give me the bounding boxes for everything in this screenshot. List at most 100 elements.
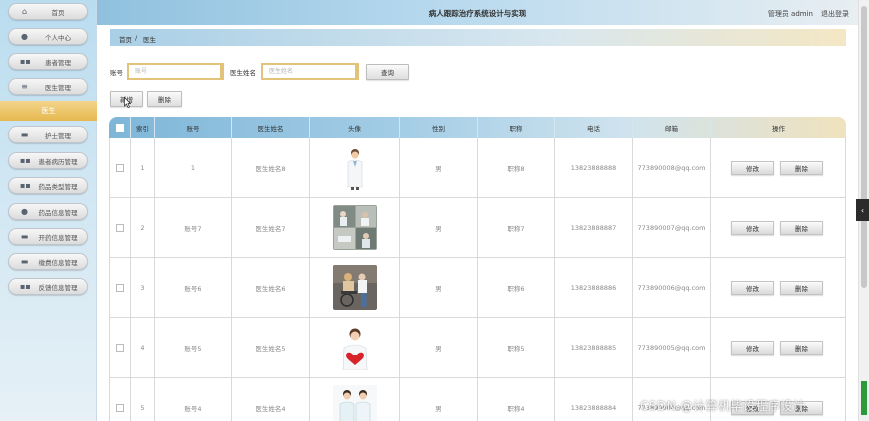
row-checkbox[interactable]: [116, 223, 124, 232]
column-header-avatar: 头像: [310, 117, 400, 138]
cell-phone: 13823888887: [555, 198, 633, 257]
edit-button[interactable]: 修改: [731, 341, 774, 355]
cell-doctor-name: 医生姓名6: [232, 258, 310, 317]
delete-button[interactable]: 删除: [780, 161, 823, 175]
edit-button[interactable]: 修改: [731, 221, 774, 235]
mouse-cursor-icon: [124, 97, 131, 108]
cell-account: 账号4: [155, 378, 232, 421]
watermark-text: CSDN @计算机毕设程序设计: [640, 399, 806, 413]
sidebar-item-nurses[interactable]: ▬ 护士管理: [8, 126, 88, 143]
column-header-index: 索引: [131, 117, 155, 138]
cell-title: 职称6: [478, 258, 555, 317]
sidebar-item-label: 患者病历管理: [38, 157, 78, 166]
cell-phone: 13823888884: [555, 378, 633, 421]
grid-icon: ▪▪: [20, 57, 31, 66]
grid-icon: ▪▪: [20, 156, 31, 165]
breadcrumb-separator: /: [135, 34, 138, 42]
current-user: 管理员 admin: [767, 10, 813, 18]
sidebar-item-records[interactable]: ▪▪ 患者病历管理: [8, 152, 88, 169]
sidebar-item-prescriptions[interactable]: ▬ 开药信息管理: [8, 228, 88, 245]
cell-title: 职称4: [478, 378, 555, 421]
sidebar-item-label: 药品信息管理: [38, 208, 78, 217]
collapse-panel-button[interactable]: ‹: [856, 199, 869, 221]
cell-doctor-name: 医生姓名4: [232, 378, 310, 421]
cell-gender: 男: [400, 318, 478, 377]
breadcrumb-home[interactable]: 首页: [119, 34, 132, 44]
sidebar-item-feedback[interactable]: ▪▪ 反馈信息管理: [8, 278, 88, 295]
sidebar-item-label: 首页: [51, 8, 65, 17]
cell-doctor-name: 医生姓名7: [232, 198, 310, 257]
sidebar-item-label: 开药信息管理: [38, 233, 78, 242]
column-header-doctor-name: 医生姓名: [232, 117, 310, 138]
grid-icon: ▪▪: [20, 181, 31, 190]
cell-title: 职称8: [478, 138, 555, 197]
sidebar-item-label: 患者管理: [45, 58, 71, 67]
cell-doctor-name: 医生姓名8: [232, 138, 310, 197]
app-title: 病人跟踪治疗系统设计与实现: [428, 9, 527, 18]
cell-email: 773890008@qq.com: [633, 138, 711, 197]
row-checkbox[interactable]: [116, 343, 124, 352]
cell-account: 1: [155, 138, 232, 197]
sidebar-item-payments[interactable]: ▬ 缴费信息管理: [8, 253, 88, 270]
sidebar-item-drugs[interactable]: ● 药品信息管理: [8, 203, 88, 220]
edit-button[interactable]: 修改: [731, 161, 774, 175]
row-checkbox[interactable]: [116, 283, 124, 292]
sidebar-item-profile[interactable]: ● 个人中心: [8, 28, 88, 45]
account-input[interactable]: 账号: [127, 63, 224, 80]
row-checkbox[interactable]: [116, 403, 124, 412]
table-row: 2 账号7 医生姓名7 男 职称7 13823888887 773890007@…: [110, 198, 845, 258]
ward-collage-image[interactable]: [332, 205, 377, 250]
edit-button[interactable]: 修改: [731, 281, 774, 295]
cell-title: 职称7: [478, 198, 555, 257]
nurses-pair-image[interactable]: [332, 385, 377, 421]
sidebar-item-home[interactable]: ⌂ 首页: [8, 3, 88, 20]
sidebar-subitem-doctor-active[interactable]: 医生: [0, 101, 97, 121]
doctor-name-input[interactable]: 医生姓名: [261, 63, 359, 80]
cell-account: 账号5: [155, 318, 232, 377]
delete-button[interactable]: 删除: [780, 221, 823, 235]
sidebar-item-label: 反馈信息管理: [38, 283, 78, 292]
cell-index: 5: [131, 378, 155, 421]
query-button[interactable]: 查询: [366, 64, 409, 80]
cell-avatar: [310, 318, 400, 377]
grid-icon: ▪▪: [20, 282, 31, 291]
logout-link[interactable]: 退出登录: [821, 9, 849, 19]
select-all-header[interactable]: [109, 117, 131, 138]
column-header-account: 账号: [155, 117, 232, 138]
cell-actions: 修改 删除: [711, 198, 845, 257]
cell-phone: 13823888888: [555, 138, 633, 197]
sidebar-item-label: 个人中心: [45, 33, 71, 42]
cell-avatar: [310, 258, 400, 317]
table-row: 3 账号6 医生姓名6 男 职称6 13823888886 773890006@…: [110, 258, 845, 318]
select-all-checkbox[interactable]: [115, 123, 124, 132]
delete-button[interactable]: 删除: [780, 281, 823, 295]
doctor-avatar-image[interactable]: [332, 145, 377, 190]
batch-delete-button[interactable]: 删除: [147, 91, 182, 107]
user-icon: ●: [21, 207, 28, 216]
cell-gender: 男: [400, 138, 478, 197]
sidebar-item-label: 医生管理: [45, 83, 71, 92]
doctor-heart-image[interactable]: [332, 325, 377, 370]
chevron-left-icon: ‹: [860, 205, 865, 215]
sidebar-item-drug-types[interactable]: ▪▪ 药品类型管理: [8, 177, 88, 194]
cell-doctor-name: 医生姓名5: [232, 318, 310, 377]
cell-phone: 13823888886: [555, 258, 633, 317]
patient-wheelchair-image[interactable]: [332, 265, 377, 310]
card-icon: ▬: [20, 130, 29, 139]
sidebar-item-doctors[interactable]: ≡ 医生管理: [8, 78, 88, 95]
cell-index: 4: [131, 318, 155, 377]
scrollbar-thumb[interactable]: [861, 6, 867, 288]
cell-gender: 男: [400, 378, 478, 421]
cell-gender: 男: [400, 198, 478, 257]
delete-button[interactable]: 删除: [780, 341, 823, 355]
cell-avatar: [310, 378, 400, 421]
column-header-title: 职称: [478, 117, 555, 138]
cell-avatar: [310, 198, 400, 257]
cell-email: 773890007@qq.com: [633, 198, 711, 257]
row-checkbox[interactable]: [116, 163, 124, 172]
cell-actions: 修改 删除: [711, 138, 845, 197]
list-icon: ≡: [21, 82, 28, 91]
column-header-email: 邮箱: [633, 117, 711, 138]
sidebar-item-patients[interactable]: ▪▪ 患者管理: [8, 53, 88, 70]
cell-index: 2: [131, 198, 155, 257]
